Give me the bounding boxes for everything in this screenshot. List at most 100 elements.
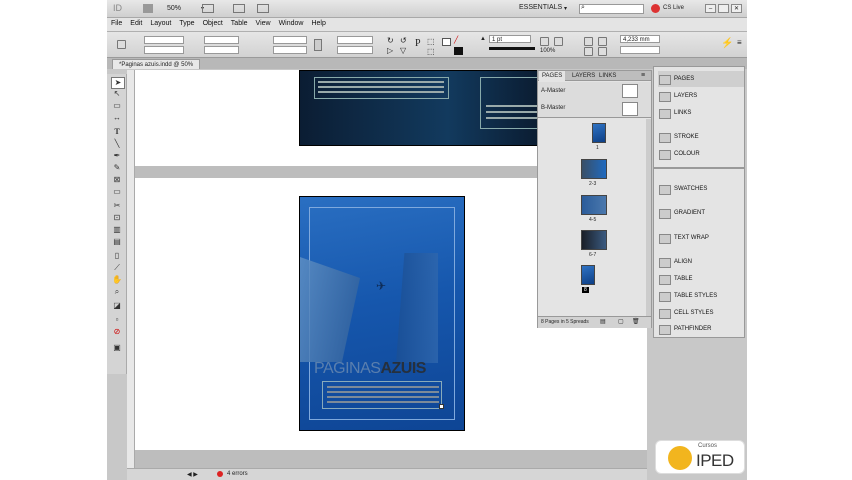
height-field[interactable] — [204, 46, 239, 54]
chevron-down-icon[interactable]: ▾ — [564, 5, 567, 12]
page-thumb-1[interactable] — [592, 123, 606, 143]
master-b-thumb[interactable] — [622, 102, 638, 116]
menu-edit[interactable]: Edit — [126, 18, 146, 29]
flip-horizontal-icon[interactable]: ▷ — [387, 46, 393, 55]
spread-thumb-6-7[interactable] — [581, 230, 607, 250]
rectangle-tool-icon[interactable]: ▭ — [111, 187, 123, 197]
screen-mode-icon[interactable]: ▣ — [111, 343, 123, 353]
tab-layers[interactable]: LAYERS — [569, 71, 598, 81]
text-frame-icon[interactable] — [540, 37, 549, 46]
menu-object[interactable]: Object — [199, 18, 227, 29]
page-tool-icon[interactable]: ▭ — [111, 101, 123, 111]
stroke-swatch-icon[interactable] — [454, 47, 463, 55]
gradient-swatch-tool-icon[interactable]: ▥ — [111, 225, 123, 235]
screen-mode-icon[interactable] — [233, 4, 245, 13]
dock-pathfinder[interactable]: PATHFINDER — [658, 321, 744, 337]
maximize-button[interactable] — [718, 4, 729, 13]
fill-proportionally-icon[interactable] — [584, 47, 593, 56]
line-tool-icon[interactable]: ╲ — [111, 139, 123, 149]
pen-tool-icon[interactable]: ✒ — [111, 151, 123, 161]
constrain-proportions-icon[interactable] — [314, 39, 322, 51]
select-content-icon[interactable]: ⬚ — [427, 47, 435, 56]
bridge-icon[interactable] — [143, 4, 153, 13]
pencil-tool-icon[interactable]: ✎ — [111, 163, 123, 173]
dock-links[interactable]: LINKS — [658, 105, 744, 121]
workspace-switcher[interactable]: ESSENTIALS — [519, 4, 562, 11]
frame-width-field[interactable] — [620, 46, 660, 54]
stroke-weight-up-icon[interactable]: ▲ — [480, 36, 486, 42]
column-gutter-field[interactable]: 4,233 mm — [620, 35, 660, 43]
rotation-field[interactable] — [337, 36, 373, 44]
gap-tool-icon[interactable]: ↔ — [111, 113, 123, 123]
apply-none-icon[interactable]: ⊘ — [111, 327, 123, 337]
dock-gradient[interactable]: GRADIENT — [658, 205, 744, 221]
shear-field[interactable] — [337, 46, 373, 54]
vertical-ruler[interactable] — [127, 70, 135, 468]
tab-pages[interactable]: PAGES — [539, 71, 566, 81]
gradient-feather-tool-icon[interactable]: ▤ — [111, 237, 123, 247]
fit-frame-icon[interactable] — [554, 37, 563, 46]
master-b[interactable]: B-Master — [541, 105, 565, 111]
formatting-affects-container-icon[interactable]: ▫ — [111, 315, 123, 325]
cs-live-icon[interactable] — [651, 4, 660, 13]
eyedropper-tool-icon[interactable]: ⟋ — [111, 263, 123, 273]
dock-table[interactable]: TABLE — [658, 271, 744, 287]
dock-text-wrap[interactable]: TEXT WRAP — [658, 230, 744, 246]
delete-page-icon[interactable]: 🗑 — [632, 318, 640, 325]
type-tool-icon[interactable]: T — [111, 127, 123, 137]
fill-swatch-icon[interactable] — [442, 38, 451, 46]
lightning-icon[interactable]: ⚡ — [721, 38, 733, 49]
reference-point-icon[interactable] — [117, 40, 126, 49]
dock-align[interactable]: ALIGN — [658, 254, 744, 270]
scale-x-field[interactable] — [273, 36, 307, 44]
direct-selection-tool-icon[interactable]: ↖ — [111, 89, 123, 99]
flip-vertical-icon[interactable]: ▽ — [400, 46, 406, 55]
zoom-level[interactable]: 50% — [167, 5, 181, 12]
fit-content-icon[interactable] — [584, 37, 593, 46]
dock-pages[interactable]: PAGES — [658, 71, 744, 87]
stroke-type-selector[interactable] — [489, 47, 535, 50]
menu-window[interactable]: Window — [275, 18, 308, 29]
master-a-thumb[interactable] — [622, 84, 638, 98]
dock-stroke[interactable]: STROKE — [658, 129, 744, 145]
width-field[interactable] — [204, 36, 239, 44]
none-fill-icon[interactable]: ╱ — [454, 36, 458, 44]
free-transform-tool-icon[interactable]: ⊡ — [111, 213, 123, 223]
minimize-button[interactable]: – — [705, 4, 716, 13]
menu-file[interactable]: File — [107, 18, 126, 29]
fit-proportionally-icon[interactable] — [598, 47, 607, 56]
panel-menu-icon[interactable]: ≡ — [638, 71, 648, 81]
spread-top-image[interactable] — [299, 70, 548, 146]
page-nav-icon[interactable]: ◀ ▶ — [187, 471, 198, 478]
page-thumb-8[interactable] — [581, 265, 595, 285]
zoom-tool-icon[interactable]: ⌕ — [111, 287, 123, 297]
menu-help[interactable]: Help — [307, 18, 329, 29]
menu-type[interactable]: Type — [175, 18, 198, 29]
menu-view[interactable]: View — [252, 18, 275, 29]
tab-links[interactable]: LINKS — [596, 71, 619, 81]
view-options-icon[interactable] — [202, 4, 214, 13]
selection-tool-icon[interactable]: ➤ — [111, 77, 125, 89]
dock-swatches[interactable]: SWATCHES — [658, 181, 744, 197]
center-content-icon[interactable] — [598, 37, 607, 46]
hand-tool-icon[interactable]: ✋ — [111, 275, 123, 285]
opacity-field[interactable]: 100% — [540, 48, 555, 54]
x-position-field[interactable] — [144, 36, 184, 44]
cs-live-label[interactable]: CS Live — [663, 5, 684, 11]
menu-layout[interactable]: Layout — [146, 18, 175, 29]
scale-y-field[interactable] — [273, 46, 307, 54]
pages-scrollbar[interactable] — [646, 119, 651, 319]
cover-page[interactable]: ✈ PAGINASAZUIS — [299, 196, 465, 431]
new-page-icon[interactable]: ▢ — [618, 318, 624, 325]
overset-handle[interactable] — [439, 404, 444, 409]
spread-thumb-4-5[interactable] — [581, 195, 607, 215]
rotate-icon[interactable]: ↻ — [387, 36, 394, 45]
paragraph-icon[interactable]: P — [415, 38, 421, 49]
note-tool-icon[interactable]: ▯ — [111, 251, 123, 261]
dock-colour[interactable]: COLOUR — [658, 146, 744, 162]
panel-menu-icon[interactable]: ≡ — [737, 38, 742, 47]
page-size-icon[interactable]: ▤ — [600, 318, 606, 325]
menu-table[interactable]: Table — [227, 18, 252, 29]
stroke-weight-field[interactable]: 1 pt — [489, 35, 531, 43]
preflight-error-icon[interactable] — [217, 471, 223, 477]
